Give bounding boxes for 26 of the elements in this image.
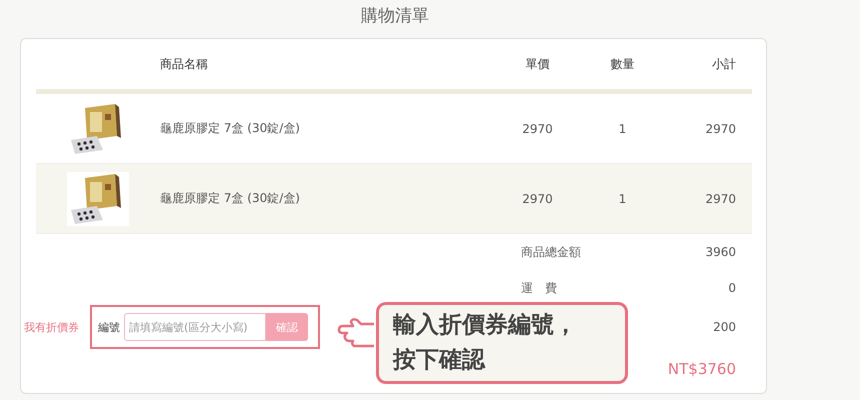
callout-text: 按下確認 [393, 346, 486, 375]
quantity: 1 [618, 192, 626, 206]
column-header: 商品名稱 [160, 56, 208, 72]
summary-label: 運 費 [521, 280, 557, 296]
column-header: 小計 [712, 56, 736, 72]
product-name: 龜鹿原膠定 7盒 (30錠/盒) [160, 190, 300, 207]
summary-value: 3960 [705, 245, 736, 259]
summary-label: 商品總金額 [521, 244, 581, 260]
field-label: 編號 [98, 320, 120, 334]
unit-price: 2970 [522, 122, 553, 136]
summary-value: 200 [713, 320, 736, 334]
pointing-hand-icon [337, 318, 375, 348]
callout-text: 輸入折價券編號， [393, 311, 578, 340]
quantity: 1 [618, 122, 626, 136]
coupon-input[interactable]: 請填寫編號(區分大小寫) [124, 313, 266, 341]
coupon-label: 我有折價券 [24, 320, 80, 334]
total-amount: NT$3760 [668, 360, 736, 378]
subtotal: 2970 [705, 192, 736, 206]
unit-price: 2970 [522, 192, 553, 206]
column-header: 數量 [610, 56, 634, 72]
summary-value: 0 [728, 281, 736, 295]
product-name: 龜鹿原膠定 7盒 (30錠/盒) [160, 120, 300, 137]
page-title: 購物清單 [360, 5, 430, 28]
subtotal: 2970 [705, 122, 736, 136]
column-header: 單價 [526, 56, 550, 72]
confirm-button[interactable]: 確認 [266, 313, 308, 341]
